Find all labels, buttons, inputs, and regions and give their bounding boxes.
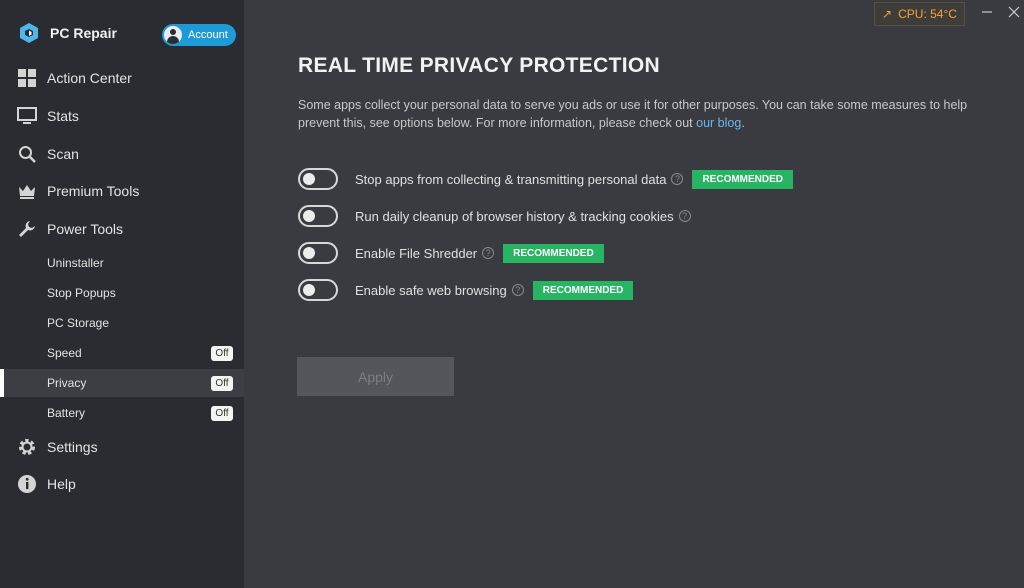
sidebar-item-action-center[interactable]: Action Center xyxy=(0,60,244,96)
crown-icon xyxy=(17,181,37,201)
sidebar-subitem-stop-popups[interactable]: Stop Popups xyxy=(0,279,244,307)
recommended-badge: RECOMMENDED xyxy=(503,243,604,263)
option-file-shredder: Enable File Shredder ? RECOMMENDED xyxy=(298,242,604,264)
sidebar-item-stats[interactable]: Stats xyxy=(0,98,244,134)
toggle-switch[interactable] xyxy=(298,168,338,190)
toggle-switch[interactable] xyxy=(298,205,338,227)
sidebar-item-scan[interactable]: Scan xyxy=(0,136,244,172)
cpu-temperature-indicator[interactable]: ↗ CPU: 54°C xyxy=(874,2,965,26)
close-button[interactable] xyxy=(1004,2,1024,22)
sidebar-item-label: Scan xyxy=(47,146,79,162)
status-badge: Off xyxy=(211,375,233,391)
sidebar-subitem-battery[interactable]: Battery Off xyxy=(0,399,244,427)
sidebar-item-label: Power Tools xyxy=(47,221,124,237)
option-label: Stop apps from collecting & transmitting… xyxy=(355,171,667,187)
gear-icon xyxy=(17,437,37,457)
description-end: . xyxy=(741,116,745,130)
close-icon xyxy=(1008,6,1020,18)
sidebar-item-premium-tools[interactable]: Premium Tools xyxy=(0,173,244,209)
toggle-knob xyxy=(303,247,315,259)
recommended-badge: RECOMMENDED xyxy=(692,169,794,189)
app-name: PC Repair xyxy=(50,25,117,41)
sidebar-item-label: Help xyxy=(47,476,76,492)
sidebar-item-help[interactable]: Help xyxy=(0,466,244,502)
search-icon xyxy=(17,144,37,164)
option-label: Enable File Shredder xyxy=(355,245,478,261)
sidebar-subitem-uninstaller[interactable]: Uninstaller xyxy=(0,249,244,277)
status-badge: Off xyxy=(211,345,233,361)
sidebar-subitem-speed[interactable]: Speed Off xyxy=(0,339,244,367)
sidebar-item-label: Settings xyxy=(47,439,98,455)
recommended-badge: RECOMMENDED xyxy=(532,280,634,300)
wrench-icon xyxy=(17,219,37,239)
cpu-temperature-label: CPU: 54°C xyxy=(898,7,957,21)
sidebar-item-power-tools[interactable]: Power Tools xyxy=(0,211,244,247)
page-title: REAL TIME PRIVACY PROTECTION xyxy=(298,54,660,77)
sidebar-item-label: Stats xyxy=(47,108,79,124)
arrow-up-right-icon: ↗ xyxy=(882,7,893,21)
sidebar-subitem-label: Stop Popups xyxy=(47,286,116,300)
minimize-button[interactable] xyxy=(977,2,997,22)
sidebar-subitem-pc-storage[interactable]: PC Storage xyxy=(0,309,244,337)
description-text: Some apps collect your personal data to … xyxy=(298,98,968,130)
toggle-switch[interactable] xyxy=(298,279,338,301)
toggle-knob xyxy=(303,210,315,222)
option-stop-data-collection: Stop apps from collecting & transmitting… xyxy=(298,168,794,190)
sidebar-subitem-label: Speed xyxy=(47,346,82,360)
sidebar-subitem-label: Privacy xyxy=(47,376,87,390)
blog-link[interactable]: our blog xyxy=(696,116,741,130)
sidebar-item-label: Premium Tools xyxy=(47,183,140,199)
apply-button[interactable]: Apply xyxy=(297,357,454,396)
page-description: Some apps collect your personal data to … xyxy=(298,96,978,132)
help-icon[interactable]: ? xyxy=(482,247,495,259)
sidebar-item-settings[interactable]: Settings xyxy=(0,429,244,465)
sidebar-subitem-label: PC Storage xyxy=(47,316,110,330)
help-icon[interactable]: ? xyxy=(678,210,691,222)
minimize-icon xyxy=(982,11,992,13)
help-icon[interactable]: ? xyxy=(511,284,524,296)
sidebar-subitem-label: Battery xyxy=(47,406,86,420)
account-label: Account xyxy=(188,29,228,41)
help-icon[interactable]: ? xyxy=(671,173,684,185)
monitor-icon xyxy=(17,106,37,126)
brand: PC Repair xyxy=(18,20,117,46)
option-safe-browsing: Enable safe web browsing ? RECOMMENDED xyxy=(298,279,634,301)
toggle-switch[interactable] xyxy=(298,242,338,264)
info-icon xyxy=(17,474,37,494)
option-label: Enable safe web browsing xyxy=(355,282,507,298)
status-badge: Off xyxy=(211,405,233,421)
sidebar-item-label: Action Center xyxy=(47,70,132,86)
option-label: Run daily cleanup of browser history & t… xyxy=(355,208,674,224)
option-daily-cleanup: Run daily cleanup of browser history & t… xyxy=(298,205,691,227)
grid-icon xyxy=(17,68,37,88)
sidebar-subitem-privacy[interactable]: Privacy Off xyxy=(0,369,244,397)
toggle-knob xyxy=(303,173,315,185)
user-icon xyxy=(164,26,182,44)
app-logo-icon xyxy=(20,23,38,43)
sidebar: PC Repair Account Action Center Stats Sc… xyxy=(0,0,244,588)
account-button[interactable]: Account xyxy=(162,24,236,46)
sidebar-subitem-label: Uninstaller xyxy=(47,256,104,270)
toggle-knob xyxy=(303,284,315,296)
